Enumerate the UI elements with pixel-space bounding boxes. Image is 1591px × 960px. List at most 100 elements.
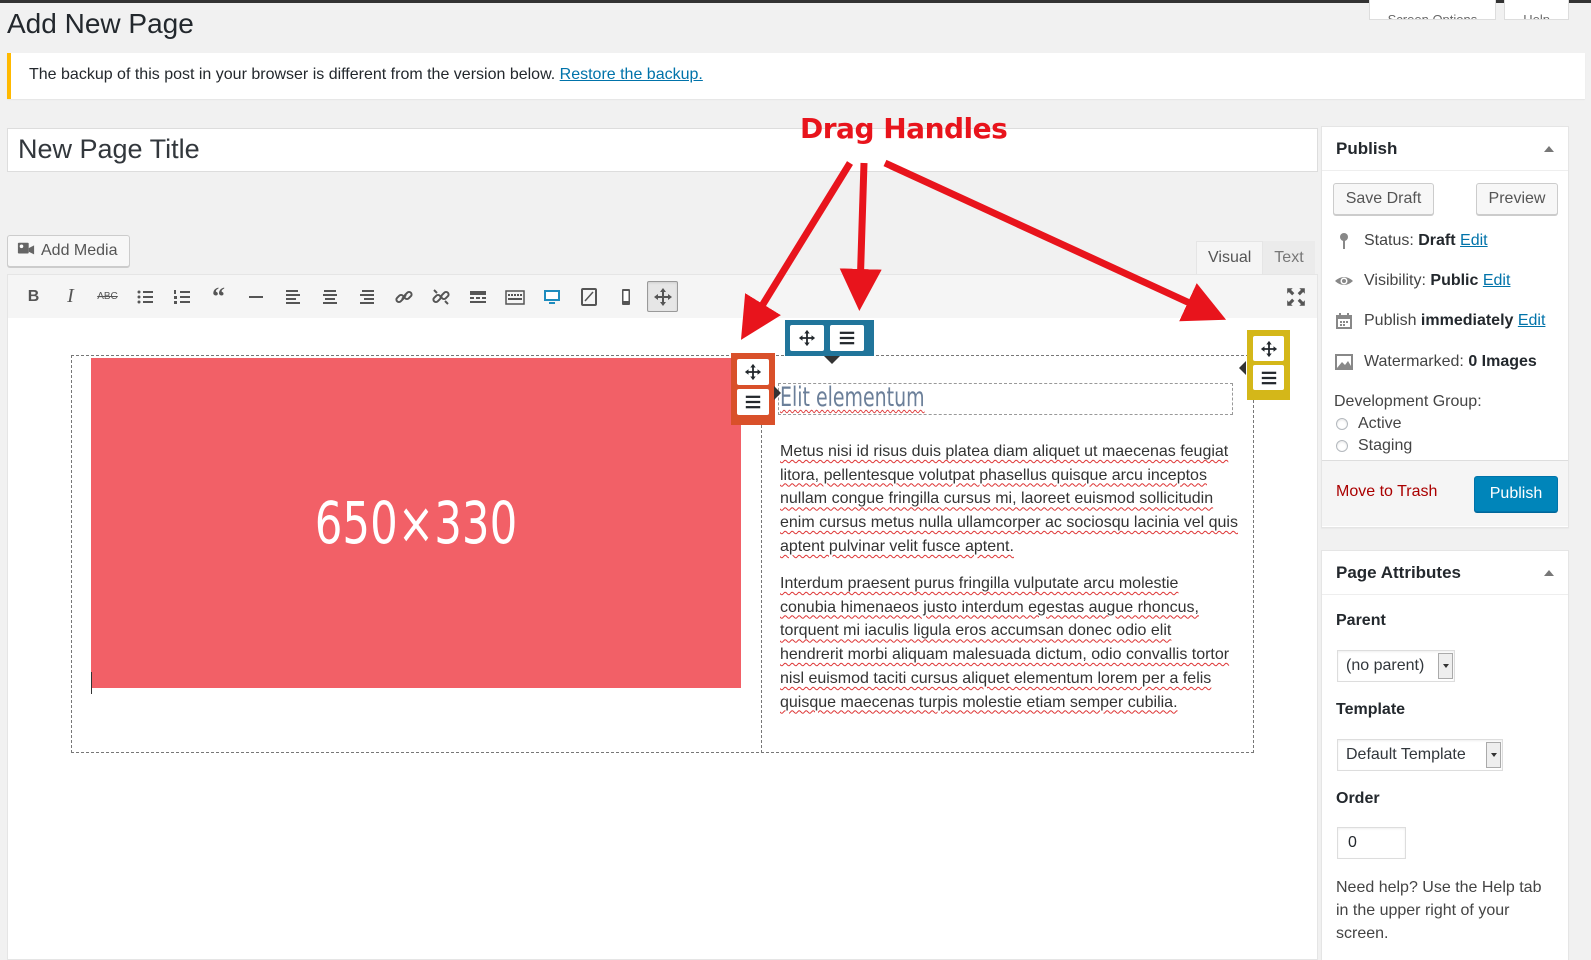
move-icon[interactable]	[1253, 336, 1284, 361]
radio-staging[interactable]: Staging	[1336, 437, 1412, 455]
help-text: Need help? Use the Help tab in the upper…	[1336, 879, 1542, 942]
publish-button[interactable]: Publish	[1474, 476, 1558, 512]
template-select[interactable]: Default Template	[1337, 739, 1503, 771]
text-cursor	[91, 672, 92, 694]
move-icon[interactable]	[647, 281, 678, 312]
page-attributes-box: Page Attributes Parent (no parent) Templ…	[1321, 550, 1569, 960]
align-right-icon[interactable]	[351, 281, 382, 312]
align-center-icon[interactable]	[314, 281, 345, 312]
template-label: Template	[1336, 701, 1406, 718]
radio-active-circle[interactable]	[1336, 418, 1348, 430]
strike-label: ABC	[97, 291, 118, 302]
unlink-icon[interactable]	[425, 281, 456, 312]
editor-tabs: Visual Text	[1196, 241, 1315, 274]
collapse-toggle-icon[interactable]	[1544, 569, 1554, 576]
content-paragraph-1[interactable]: Metus nisi id risus duis platea diam ali…	[780, 440, 1238, 559]
screen-meta-links: Screen Options Help	[1368, 0, 1569, 20]
screen-options-tab[interactable]: Screen Options	[1368, 0, 1497, 20]
column-right-drag-handles	[1247, 330, 1290, 400]
watermark-row: Watermarked: 0 Images	[1334, 352, 1537, 372]
tablet-icon[interactable]	[573, 281, 604, 312]
schedule-row: Publish immediately Edit	[1334, 311, 1545, 331]
status-label: Status:	[1364, 232, 1419, 249]
left-handle-pointer	[774, 386, 781, 400]
collapse-toggle-icon[interactable]	[1544, 145, 1554, 152]
menu-icon[interactable]	[1253, 365, 1284, 390]
chevron-down-icon[interactable]	[1438, 653, 1453, 679]
annotation-label: Drag Handles	[800, 112, 1008, 145]
menu-icon[interactable]	[737, 389, 769, 415]
move-icon[interactable]	[790, 325, 824, 351]
menu-icon[interactable]	[830, 325, 864, 351]
align-left-icon[interactable]	[277, 281, 308, 312]
tab-visual[interactable]: Visual	[1196, 241, 1264, 274]
read-more-icon[interactable]	[462, 281, 493, 312]
bullet-list-icon[interactable]	[129, 281, 160, 312]
blockquote-icon[interactable]: “	[203, 281, 234, 312]
add-media-button[interactable]: Add Media	[7, 235, 130, 267]
schedule-edit-link[interactable]: Edit	[1518, 312, 1546, 329]
horizontal-rule-icon[interactable]	[240, 281, 271, 312]
major-publishing-actions: Move to Trash Publish	[1322, 460, 1568, 526]
visibility-row: Visibility: Public Edit	[1334, 271, 1510, 291]
toolbar-toggle-icon[interactable]	[499, 281, 530, 312]
schedule-value: immediately	[1420, 312, 1514, 329]
paragraph-2-text: Interdum praesent purus fringilla vulput…	[780, 575, 1230, 711]
schedule-label: Publish	[1364, 312, 1421, 329]
move-to-trash-link[interactable]: Move to Trash	[1336, 483, 1437, 501]
watermark-label: Watermarked:	[1364, 353, 1469, 370]
italic-icon[interactable]: I	[55, 281, 86, 312]
numbered-list-icon[interactable]	[166, 281, 197, 312]
parent-label: Parent	[1336, 612, 1386, 629]
status-edit-link[interactable]: Edit	[1460, 232, 1488, 249]
calendar-icon	[1334, 311, 1354, 331]
help-label: Help	[1523, 12, 1550, 20]
watermark-value: 0 Images	[1468, 353, 1537, 370]
pin-icon	[1334, 231, 1354, 251]
link-icon[interactable]	[388, 281, 419, 312]
help-tab[interactable]: Help	[1504, 0, 1569, 20]
placeholder-size-label: 650×330	[314, 489, 518, 557]
restore-backup-link[interactable]: Restore the backup.	[560, 66, 703, 83]
image-icon	[1334, 352, 1354, 372]
radio-staging-label: Staging	[1358, 437, 1413, 454]
mobile-icon[interactable]	[610, 281, 641, 312]
row-handle-pointer	[824, 356, 840, 364]
radio-active[interactable]: Active	[1336, 415, 1402, 433]
tab-text[interactable]: Text	[1263, 241, 1315, 274]
notice-text: The backup of this post in your browser …	[29, 66, 560, 83]
publish-title: Publish	[1336, 138, 1398, 158]
screen-options-label: Screen Options	[1387, 12, 1478, 20]
visibility-value: Public	[1430, 272, 1479, 289]
strikethrough-icon[interactable]: ABC	[92, 281, 123, 312]
radio-staging-circle[interactable]	[1336, 440, 1348, 452]
backup-notice: The backup of this post in your browser …	[7, 53, 1585, 99]
fullscreen-icon[interactable]	[1285, 286, 1307, 308]
dev-group-label: Development Group:	[1334, 393, 1482, 410]
title-input[interactable]: New Page Title	[7, 128, 1318, 172]
radio-active-label: Active	[1358, 415, 1402, 432]
visibility-edit-link[interactable]: Edit	[1483, 272, 1511, 289]
row-drag-handles	[785, 320, 874, 356]
content-heading[interactable]: Elit elementum	[780, 382, 925, 413]
page-attributes-title: Page Attributes	[1336, 562, 1462, 582]
preview-button[interactable]: Preview	[1476, 183, 1558, 215]
order-input[interactable]: 0	[1337, 827, 1406, 859]
desktop-icon[interactable]	[536, 281, 567, 312]
column-left-drag-handles	[731, 353, 775, 425]
page-attributes-header[interactable]: Page Attributes	[1322, 551, 1568, 595]
publish-header[interactable]: Publish	[1322, 127, 1568, 171]
save-draft-button[interactable]: Save Draft	[1333, 183, 1434, 215]
bold-icon[interactable]: B	[18, 281, 49, 312]
placeholder-image[interactable]: 650×330	[91, 358, 741, 688]
content-paragraph-2[interactable]: Interdum praesent purus fringilla vulput…	[780, 572, 1238, 714]
parent-select[interactable]: (no parent)	[1337, 650, 1455, 682]
move-icon[interactable]	[737, 359, 769, 385]
order-label: Order	[1336, 790, 1380, 807]
right-handle-pointer	[1239, 361, 1246, 375]
chevron-down-icon[interactable]	[1486, 742, 1501, 768]
page-title: Add New Page	[7, 8, 194, 39]
arrow-to-row-handle	[839, 162, 882, 311]
editor-content-area[interactable]: 650×330 Elit elementum Metus nisi id ris…	[7, 318, 1318, 960]
visibility-label: Visibility:	[1364, 272, 1431, 289]
